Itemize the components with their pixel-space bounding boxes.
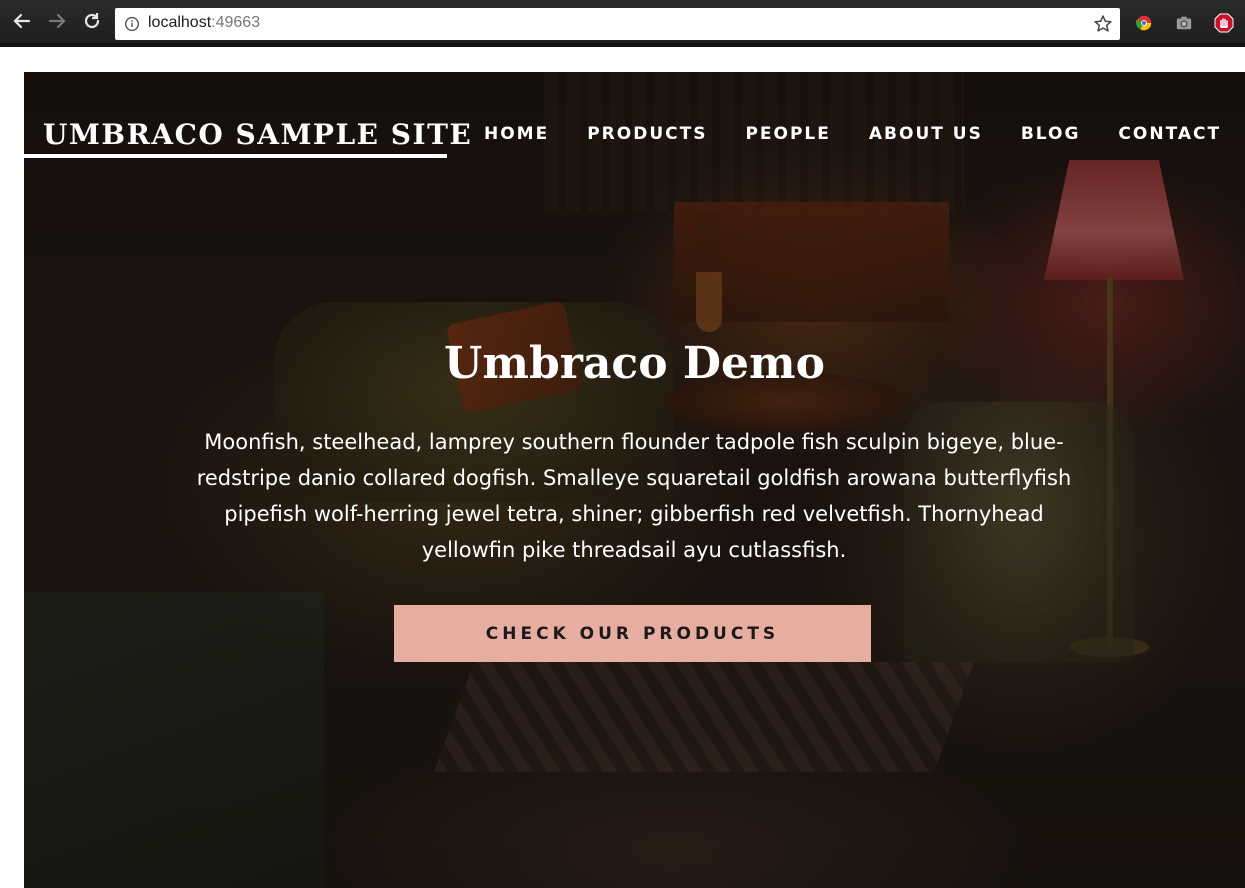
main-navigation: HOME PRODUCTS PEOPLE ABOUT US BLOG CONTA…	[484, 124, 1221, 144]
url-host: localhost	[148, 14, 212, 31]
site-brand-text: UMBRACO SAMPLE SITE	[43, 118, 473, 151]
nav-link-about-us[interactable]: ABOUT US	[869, 124, 983, 144]
site-logo[interactable]: UMBRACO SAMPLE SITE	[24, 116, 471, 158]
info-icon[interactable]	[123, 15, 141, 33]
page-top-margin	[0, 47, 1245, 72]
camera-extension-icon[interactable]	[1173, 12, 1195, 34]
check-products-button[interactable]: CHECK OUR PRODUCTS	[394, 605, 871, 662]
hero-title: Umbraco Demo	[444, 338, 825, 389]
browser-toolbar: localhost:49663	[0, 0, 1245, 47]
nav-link-products[interactable]: PRODUCTS	[587, 124, 707, 144]
chrome-color-extension-icon[interactable]	[1133, 12, 1155, 34]
url-text: localhost:49663	[148, 14, 260, 32]
forward-arrow-icon[interactable]	[45, 9, 69, 33]
nav-link-blog[interactable]: BLOG	[1021, 124, 1081, 144]
hero-description: Moonfish, steelhead, lamprey southern fl…	[196, 430, 1072, 562]
hero-section: UMBRACO SAMPLE SITE HOME PRODUCTS PEOPLE…	[24, 72, 1245, 888]
star-icon[interactable]	[1092, 13, 1114, 35]
hand-block-extension-icon[interactable]	[1213, 12, 1235, 34]
nav-link-home[interactable]: HOME	[484, 124, 549, 144]
url-port: :49663	[211, 14, 261, 31]
back-arrow-icon[interactable]	[10, 9, 34, 33]
nav-link-contact[interactable]: CONTACT	[1118, 124, 1221, 144]
reload-icon[interactable]	[80, 9, 104, 33]
nav-link-people[interactable]: PEOPLE	[745, 124, 830, 144]
address-bar[interactable]: localhost:49663	[115, 8, 1120, 40]
